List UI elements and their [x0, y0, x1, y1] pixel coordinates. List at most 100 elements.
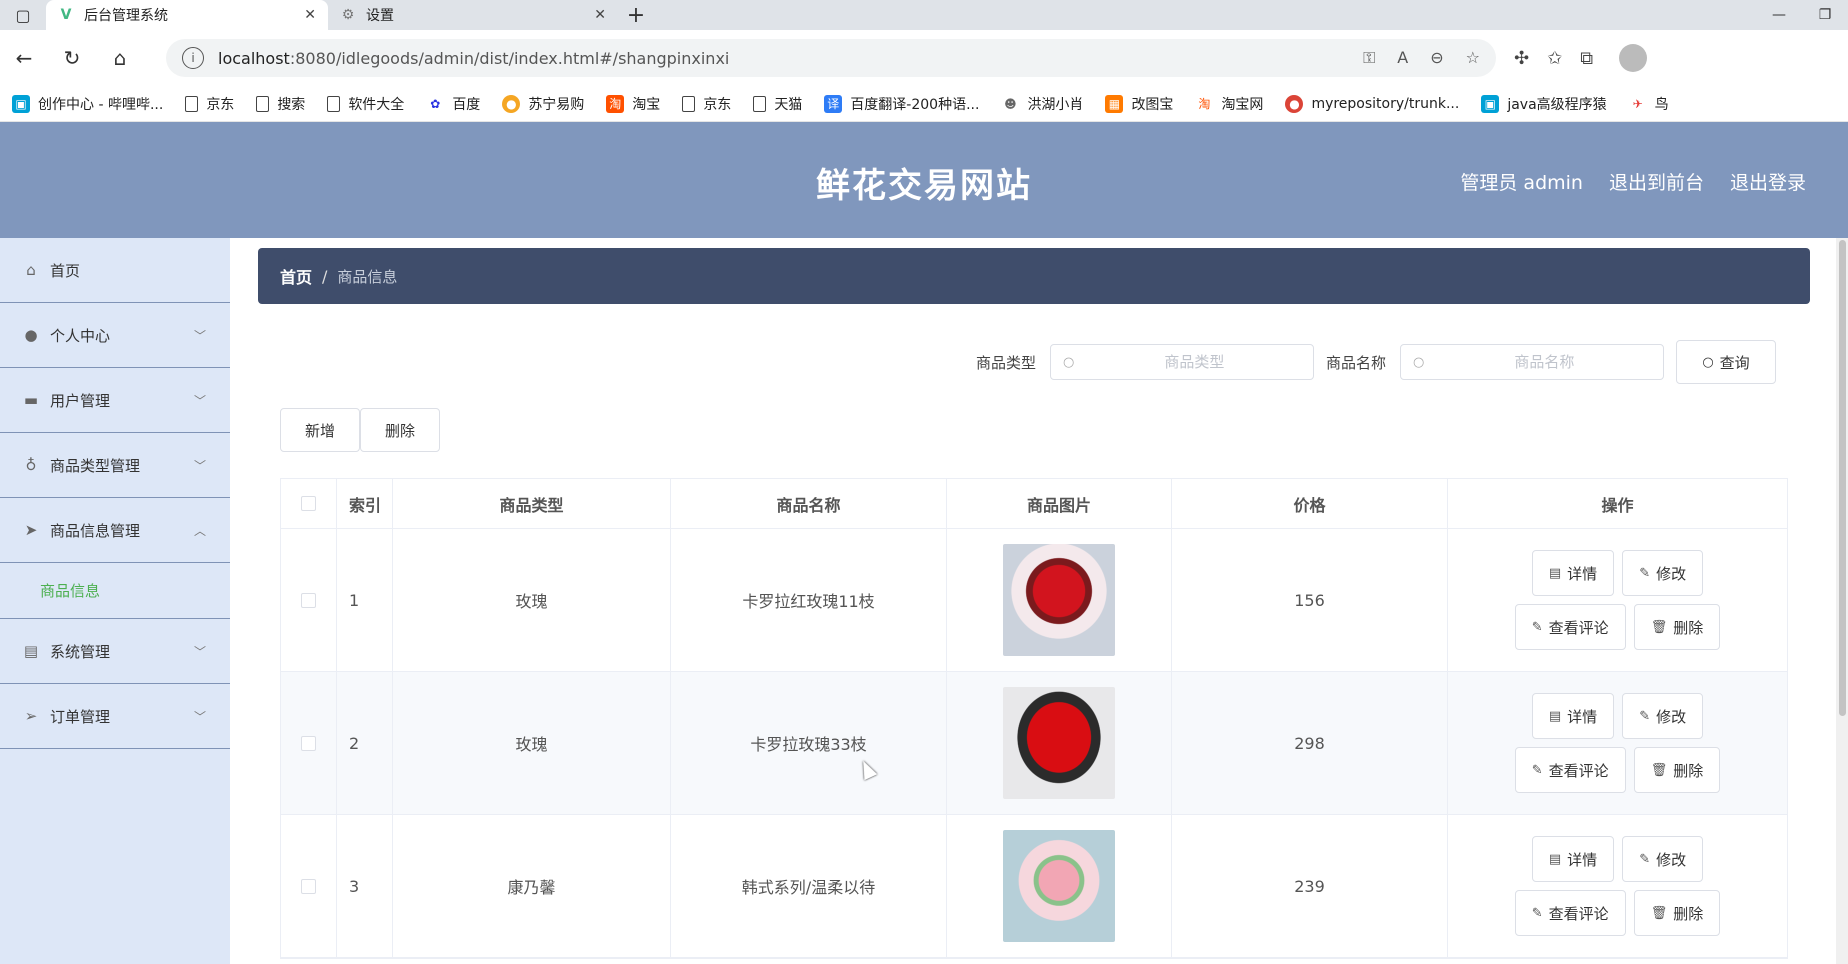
goods-name-field[interactable]: ○: [1400, 344, 1664, 380]
back-icon[interactable]: ←: [0, 38, 48, 78]
sidebar-item-home[interactable]: ⌂ 首页: [0, 238, 230, 303]
row-type: 康乃馨: [393, 815, 671, 957]
view-comments-button[interactable]: ✎ 查看评论: [1514, 890, 1626, 936]
table-row: 1 玫瑰 卡罗拉红玫瑰11枝 156 ▤ 详情 ✎ 修改 ✎ 查看评论 🗑 删除: [281, 529, 1787, 672]
bookmark-item[interactable]: ● myrepository/trunk...: [1285, 94, 1459, 113]
pencil-icon: ✎: [1531, 619, 1543, 635]
delete-button[interactable]: 🗑 删除: [1633, 604, 1721, 650]
sidebar-item-system[interactable]: ▤ 系统管理 ﹀: [0, 619, 230, 684]
trash-icon: 🗑: [1650, 762, 1668, 778]
profile-icon: ☻: [1004, 96, 1017, 111]
detail-button[interactable]: ▤ 详情: [1531, 550, 1615, 596]
clipboard-icon: ▤: [23, 642, 39, 660]
bookmark-item[interactable]: 天猫: [753, 94, 802, 114]
edit-button[interactable]: ✎ 修改: [1622, 550, 1704, 596]
tab-actions-icon[interactable]: ▢: [0, 0, 46, 30]
chevron-down-icon: ﹀: [193, 393, 206, 408]
bookmark-item[interactable]: ▣ java高级程序猿: [1481, 94, 1607, 114]
bookmark-item[interactable]: 京东: [185, 94, 234, 114]
search-icon: ○: [1702, 354, 1714, 370]
sidebar-item-goods-info[interactable]: ➤ 商品信息管理 ︿: [0, 498, 230, 563]
search-form: 商品类型 ○ 商品名称 ○ ○ 查询: [976, 340, 1776, 384]
edit-button[interactable]: ✎ 修改: [1622, 836, 1704, 882]
read-aloud-icon[interactable]: A: [1397, 48, 1408, 68]
address-bar[interactable]: i localhost:8080/idlegoods/admin/dist/in…: [166, 39, 1496, 77]
sidebar-subitem-goods-info[interactable]: 商品信息: [0, 563, 230, 619]
bookmark-item[interactable]: ☻ 洪湖小肖: [1001, 94, 1083, 114]
refresh-icon[interactable]: ↻: [48, 38, 96, 78]
sidebar-item-personal[interactable]: ● 个人中心 ﹀: [0, 303, 230, 368]
row-checkbox[interactable]: [301, 878, 316, 894]
batch-delete-button[interactable]: 删除: [360, 408, 440, 452]
bookmark-item[interactable]: ● 苏宁易购: [502, 94, 584, 114]
page-icon: [185, 95, 199, 112]
table-row: 3 康乃馨 韩式系列/温柔以待 239 ▤ 详情 ✎ 修改 ✎ 查看评论 🗑 删除: [281, 815, 1787, 958]
bookmark-item[interactable]: ▣ 创作中心 - 哔哩哔...: [12, 94, 163, 114]
bookmark-item[interactable]: ✈ 鸟: [1629, 94, 1669, 114]
column-header: 价格: [1172, 479, 1448, 528]
view-comments-button[interactable]: ✎ 查看评论: [1514, 747, 1626, 793]
row-checkbox[interactable]: [301, 735, 316, 751]
row-type: 玫瑰: [393, 672, 671, 814]
bookmark-item[interactable]: ✿ 百度: [426, 94, 480, 114]
collections-icon[interactable]: ⧉: [1580, 48, 1593, 69]
bookmark-item[interactable]: 淘淘宝: [606, 94, 660, 114]
view-comments-button[interactable]: ✎ 查看评论: [1514, 604, 1626, 650]
close-icon[interactable]: ✕: [594, 7, 606, 23]
bookmark-item[interactable]: 京东: [682, 94, 731, 114]
new-tab-button[interactable]: +: [618, 0, 654, 30]
goods-image[interactable]: [1003, 687, 1115, 799]
header-links: 管理员 admin 退出到前台 退出登录: [1460, 168, 1806, 195]
row-checkbox[interactable]: [301, 592, 316, 608]
favorite-add-icon[interactable]: ☆: [1466, 48, 1480, 68]
close-icon[interactable]: ✕: [304, 7, 316, 23]
bookmark-item[interactable]: 搜索: [256, 94, 305, 114]
breadcrumb-home[interactable]: 首页: [280, 264, 312, 288]
window-controls: — ❐: [1756, 0, 1848, 30]
goods-name-input[interactable]: [1444, 353, 1645, 371]
url-text[interactable]: localhost:8080/idlegoods/admin/dist/inde…: [218, 49, 729, 68]
edit-button[interactable]: ✎ 修改: [1622, 693, 1704, 739]
home-icon[interactable]: ⌂: [96, 38, 144, 78]
goods-type-field[interactable]: ○: [1049, 344, 1314, 380]
admin-user-label[interactable]: 管理员 admin: [1460, 168, 1583, 195]
delete-button[interactable]: 🗑 删除: [1633, 890, 1721, 936]
bilibili-icon: ▣: [12, 94, 30, 113]
bookmark-item[interactable]: 译百度翻译-200种语...: [824, 94, 979, 114]
favorites-icon[interactable]: ✩: [1547, 48, 1562, 69]
tab-settings[interactable]: ⚙ 设置 ✕: [328, 0, 618, 30]
logout-link[interactable]: 退出登录: [1730, 168, 1806, 195]
bookmark-item[interactable]: 淘淘宝网: [1195, 94, 1263, 114]
restore-icon[interactable]: ❐: [1802, 0, 1848, 30]
search-icon: ○: [1413, 354, 1425, 370]
scrollbar-thumb[interactable]: [1839, 240, 1846, 716]
location-icon: ➢: [24, 707, 38, 725]
page-scrollbar[interactable]: [1836, 238, 1848, 964]
goods-type-input[interactable]: [1094, 353, 1295, 371]
bookmark-item[interactable]: 软件大全: [327, 94, 404, 114]
bookmark-item[interactable]: ▦ 改图宝: [1105, 94, 1173, 114]
detail-button[interactable]: ▤ 详情: [1531, 836, 1615, 882]
home-icon: ⌂: [26, 261, 36, 279]
select-all-checkbox[interactable]: [301, 496, 316, 511]
vue-logo-icon: V: [60, 7, 72, 23]
sidebar-item-users[interactable]: ▬ 用户管理 ﹀: [0, 368, 230, 433]
extensions-icon[interactable]: ✣: [1514, 48, 1529, 69]
minimize-icon[interactable]: —: [1756, 0, 1802, 30]
chevron-down-icon: ﹀: [193, 709, 206, 724]
goto-frontend-link[interactable]: 退出到前台: [1609, 168, 1704, 195]
detail-button[interactable]: ▤ 详情: [1531, 693, 1615, 739]
sidebar-item-orders[interactable]: ➢ 订单管理 ﹀: [0, 684, 230, 749]
goods-image[interactable]: [1003, 544, 1115, 656]
key-icon[interactable]: ⚿: [1363, 48, 1375, 68]
info-icon[interactable]: i: [182, 47, 204, 69]
delete-button[interactable]: 🗑 删除: [1633, 747, 1721, 793]
zoom-icon[interactable]: ⊖: [1430, 48, 1443, 68]
profile-avatar[interactable]: [1619, 44, 1648, 72]
query-button[interactable]: ○ 查询: [1676, 340, 1776, 384]
goods-image[interactable]: [1003, 830, 1115, 942]
add-button[interactable]: 新增: [280, 408, 360, 452]
tab-admin[interactable]: V 后台管理系统 ✕: [46, 0, 328, 30]
sidebar-item-goods-type[interactable]: ♁ 商品类型管理 ﹀: [0, 433, 230, 498]
document-icon: ▤: [1548, 708, 1562, 724]
